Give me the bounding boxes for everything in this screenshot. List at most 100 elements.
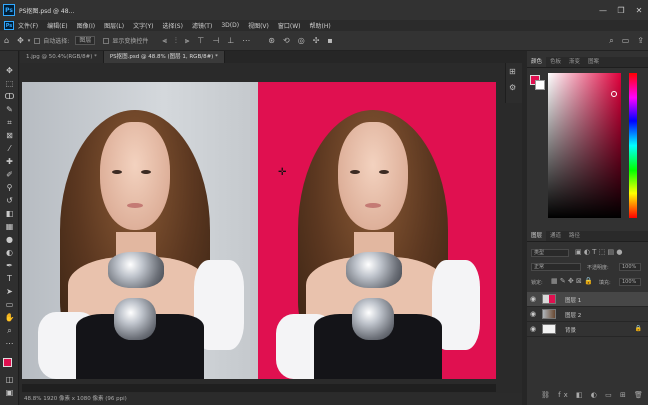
menu-image[interactable]: 图像(I) bbox=[77, 21, 95, 30]
type-tool-icon[interactable]: T bbox=[3, 273, 16, 284]
3d-pan-icon[interactable]: ✣ bbox=[313, 36, 320, 45]
fill-input[interactable]: 100% bbox=[619, 278, 641, 286]
document-canvas[interactable] bbox=[22, 82, 496, 379]
color-picker-field[interactable] bbox=[548, 73, 621, 218]
tab-channels[interactable]: 通道 bbox=[546, 231, 565, 241]
auto-select-checkbox[interactable] bbox=[34, 37, 41, 44]
maximize-button[interactable]: ❐ bbox=[612, 6, 630, 15]
align-middle-icon[interactable]: ⊣ bbox=[212, 36, 219, 45]
necklace bbox=[108, 252, 164, 288]
tab-gradients[interactable]: 渐变 bbox=[565, 57, 584, 67]
visibility-eye-icon[interactable]: ◉ bbox=[530, 295, 536, 303]
3d-video-icon[interactable]: ▪ bbox=[327, 36, 332, 45]
layer-thumbnail bbox=[542, 294, 556, 304]
close-button[interactable]: ✕ bbox=[630, 6, 648, 15]
tab-color[interactable]: 颜色 bbox=[527, 57, 547, 67]
blend-mode-dropdown[interactable]: 正常 bbox=[531, 263, 581, 271]
history-brush-tool-icon[interactable]: ↺ bbox=[3, 195, 16, 206]
menu-help[interactable]: 帮助(H) bbox=[310, 21, 331, 30]
canvas-area[interactable]: ✛ bbox=[20, 63, 522, 393]
tab-layers[interactable]: 图层 bbox=[527, 231, 547, 241]
path-select-tool-icon[interactable]: ➤ bbox=[3, 286, 16, 297]
layer-kind-filter[interactable]: 类型 bbox=[531, 249, 569, 257]
lock-icons[interactable]: ▦ ✎ ✥ ⊠ 🔒 bbox=[551, 277, 593, 285]
menu-filter[interactable]: 滤镜(T) bbox=[192, 21, 212, 30]
gradient-tool-icon[interactable]: ▦ bbox=[3, 221, 16, 232]
menu-edit[interactable]: 编辑(E) bbox=[47, 21, 67, 30]
lasso-tool-icon[interactable]: ↀ bbox=[3, 91, 16, 102]
align-bottom-icon[interactable]: ⊥ bbox=[227, 36, 234, 45]
healing-brush-tool-icon[interactable]: ✚ bbox=[3, 156, 16, 167]
layers-footer-icons: ⛓ fx ◧ ◐ ▭ ⊞ 🗑 bbox=[541, 391, 646, 399]
menu-file[interactable]: 文件(F) bbox=[18, 21, 38, 30]
layer-name[interactable]: 背景 bbox=[565, 326, 576, 334]
menu-window[interactable]: 窗口(W) bbox=[278, 21, 301, 30]
visibility-eye-icon[interactable]: ◉ bbox=[530, 325, 536, 333]
menu-view[interactable]: 视图(V) bbox=[248, 21, 269, 30]
dodge-tool-icon[interactable]: ◐ bbox=[3, 247, 16, 258]
3d-roll-icon[interactable]: ◎ bbox=[298, 36, 305, 45]
chevron-down-icon[interactable]: ▾ bbox=[28, 38, 31, 44]
align-right-icon[interactable]: ⫸ bbox=[185, 36, 190, 46]
share-icon[interactable]: ⇪ bbox=[637, 36, 644, 45]
menu-select[interactable]: 选择(S) bbox=[162, 21, 183, 30]
properties-panel-icon[interactable]: ⚙ bbox=[509, 83, 516, 92]
frame-tool-icon[interactable]: ⊠ bbox=[3, 130, 16, 141]
foreground-color-swatch[interactable] bbox=[3, 358, 12, 367]
workspace-icon[interactable]: ▭ bbox=[622, 36, 630, 45]
quick-select-tool-icon[interactable]: ✎ bbox=[3, 104, 16, 115]
layer-name[interactable]: 图层 1 bbox=[565, 296, 581, 304]
align-left-icon[interactable]: ⫷ bbox=[162, 36, 167, 46]
tab-patterns[interactable]: 图案 bbox=[584, 57, 603, 67]
history-panel-icon[interactable]: ⊞ bbox=[509, 67, 516, 76]
menu-type[interactable]: 文字(Y) bbox=[133, 21, 153, 30]
opacity-input[interactable]: 100% bbox=[619, 263, 641, 271]
zoom-tool-icon[interactable]: ⌕ bbox=[3, 325, 16, 336]
tab-paths[interactable]: 路径 bbox=[565, 231, 584, 241]
transform-controls-checkbox[interactable] bbox=[103, 37, 110, 44]
tab-ps-cutout-psd[interactable]: PS抠图.psd @ 48.8% (图层 1, RGB/8#) * bbox=[103, 51, 225, 63]
more-tools-icon[interactable]: ⋯ bbox=[3, 338, 16, 349]
eraser-tool-icon[interactable]: ◧ bbox=[3, 208, 16, 219]
move-tool-icon[interactable]: ✥ bbox=[3, 65, 16, 76]
layer-row-background[interactable]: ◉ 背景 🔒 bbox=[527, 322, 648, 337]
more-options-icon[interactable]: ⋯ bbox=[242, 36, 250, 45]
background-color-swatch[interactable] bbox=[535, 80, 545, 90]
crop-tool-icon[interactable]: ⌗ bbox=[3, 117, 16, 128]
quick-mask-icon[interactable]: ◫ bbox=[3, 374, 16, 385]
3d-rotate-icon[interactable]: ⟲ bbox=[283, 36, 290, 45]
marquee-tool-icon[interactable]: ⬚ bbox=[3, 78, 16, 89]
horizontal-scrollbar[interactable] bbox=[22, 384, 496, 392]
tab-swatches[interactable]: 色板 bbox=[546, 57, 565, 67]
right-panels: 颜色 色板 渐变 图案 图层 通道 路径 类型 ▣ ◐ T ⬚ ▤ ● 正常 不… bbox=[527, 51, 648, 405]
auto-select-dropdown[interactable]: 图层 bbox=[75, 36, 96, 45]
layer-row-1[interactable]: ◉ 图层 1 bbox=[527, 292, 648, 307]
home-icon[interactable]: ⌂ bbox=[4, 36, 9, 45]
layer-row-2[interactable]: ◉ 图层 2 bbox=[527, 307, 648, 322]
layer-name[interactable]: 图层 2 bbox=[565, 311, 581, 319]
tools-panel: ✥ ⬚ ↀ ✎ ⌗ ⊠ ⁄ ✚ ✐ ⚲ ↺ ◧ ▦ ● ◐ ✒ T ➤ ▭ ✋ … bbox=[0, 51, 19, 405]
blur-tool-icon[interactable]: ● bbox=[3, 234, 16, 245]
eyedropper-tool-icon[interactable]: ⁄ bbox=[3, 143, 16, 154]
brush-tool-icon[interactable]: ✐ bbox=[3, 169, 16, 180]
visibility-eye-icon[interactable]: ◉ bbox=[530, 310, 536, 318]
search-icon[interactable]: ⌕ bbox=[609, 36, 613, 46]
clone-stamp-tool-icon[interactable]: ⚲ bbox=[3, 182, 16, 193]
menu-3d[interactable]: 3D(D) bbox=[221, 22, 239, 29]
align-center-icon[interactable]: ⫶ bbox=[175, 36, 177, 46]
hand-tool-icon[interactable]: ✋ bbox=[3, 312, 16, 323]
shape-tool-icon[interactable]: ▭ bbox=[3, 299, 16, 310]
minimize-button[interactable]: — bbox=[594, 6, 612, 15]
menu-layer[interactable]: 图层(L) bbox=[104, 21, 124, 30]
align-top-icon[interactable]: ⊤ bbox=[197, 36, 204, 45]
tab-1-jpg[interactable]: 1.jpg @ 50.4%(RGB/8#) * bbox=[20, 51, 104, 63]
photoshop-menu-icon[interactable]: Ps bbox=[4, 21, 14, 30]
3d-mode-icon[interactable]: ⊛ bbox=[268, 36, 275, 45]
hue-slider[interactable] bbox=[629, 73, 637, 218]
face bbox=[338, 122, 408, 230]
move-tool-icon[interactable]: ✥ bbox=[17, 36, 24, 45]
photoshop-logo-icon: Ps bbox=[3, 4, 15, 16]
color-picker-marker[interactable] bbox=[611, 91, 617, 97]
pen-tool-icon[interactable]: ✒ bbox=[3, 260, 16, 271]
screen-mode-icon[interactable]: ▣ bbox=[3, 387, 16, 398]
